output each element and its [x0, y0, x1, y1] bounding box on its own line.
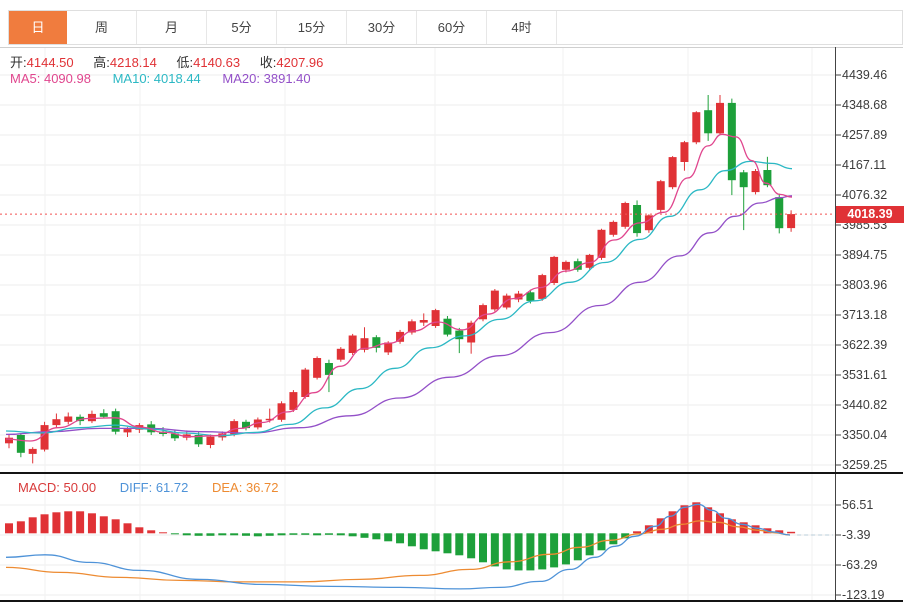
quote-bar: 开:4144.50 高:4218.14 低:4140.63 收:4207.96 [10, 52, 339, 71]
tab-4hour[interactable]: 4时 [487, 11, 557, 44]
y-axis-label: 4076.32 [842, 188, 888, 202]
tab-bar-spacer [557, 11, 902, 44]
y-axis-label: 3713.18 [842, 308, 888, 322]
y-axis-label: 3622.39 [842, 338, 888, 352]
y-axis-label: 3894.75 [842, 248, 888, 262]
dea-value: DEA: 36.72 [211, 480, 279, 495]
macd-axis-label: -63.29 [842, 558, 878, 572]
y-axis-label: 4439.46 [842, 68, 888, 82]
close-label: 收: [259, 55, 277, 70]
ma-legend: MA5: 4090.98 MA10: 4018.44 MA20: 3891.40 [10, 71, 311, 86]
last-price-tag: 4018.39 [836, 206, 904, 223]
y-axis-label: 3350.04 [842, 428, 888, 442]
macd-axis-label: 56.51 [842, 498, 874, 512]
ma10-legend: MA10: 4018.44 [112, 71, 201, 86]
ma5-legend: MA5: 4090.98 [10, 71, 91, 86]
y-axis-label: 4257.89 [842, 128, 888, 142]
tab-60min[interactable]: 60分 [417, 11, 487, 44]
ma20-legend: MA20: 3891.40 [222, 71, 311, 86]
open-label: 开: [10, 55, 27, 70]
open-value: 4144.50 [26, 55, 74, 70]
macd-axis-label: -123.19 [842, 588, 885, 602]
y-axis-label: 3803.96 [842, 278, 888, 292]
tab-week[interactable]: 周 [67, 11, 137, 44]
macd-value: MACD: 50.00 [18, 480, 97, 495]
y-axis-label: 3531.61 [842, 368, 888, 382]
macd-axis-label: -3.39 [842, 528, 871, 542]
candlestick-chart[interactable] [0, 0, 910, 608]
period-tab-bar: 日 周 月 5分 15分 30分 60分 4时 [8, 10, 903, 45]
macd-legend: MACD: 50.00 DIFF: 61.72 DEA: 36.72 [18, 480, 279, 495]
y-axis-label: 4348.68 [842, 98, 888, 112]
low-value: 4140.63 [193, 55, 241, 70]
tab-month[interactable]: 月 [137, 11, 207, 44]
y-axis-label: 3259.25 [842, 458, 888, 472]
high-value: 4218.14 [109, 55, 157, 70]
diff-value: DIFF: 61.72 [119, 480, 189, 495]
y-axis-label: 3440.82 [842, 398, 888, 412]
tab-30min[interactable]: 30分 [347, 11, 417, 44]
y-axis-label: 4167.11 [842, 158, 887, 172]
high-label: 高: [93, 55, 110, 70]
tab-day[interactable]: 日 [9, 11, 67, 44]
tab-5min[interactable]: 5分 [207, 11, 277, 44]
tab-15min[interactable]: 15分 [277, 11, 347, 44]
close-value: 4207.96 [276, 55, 324, 70]
low-label: 低: [176, 55, 194, 70]
